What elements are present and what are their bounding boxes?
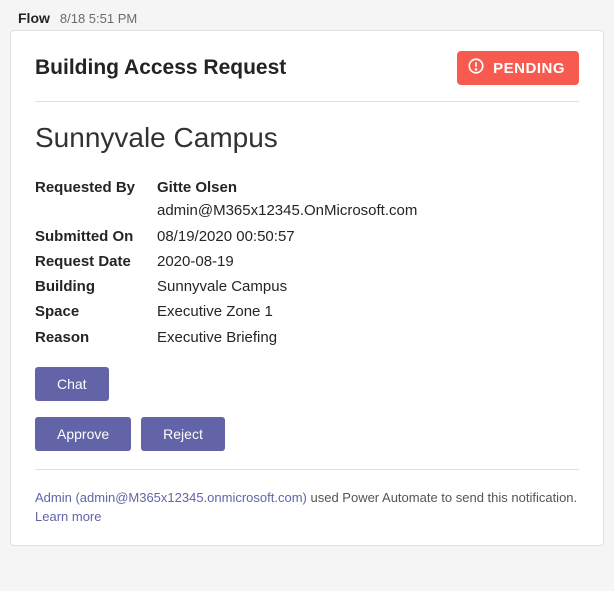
adaptive-card: Building Access Request PENDING Sunnyval… <box>10 30 604 546</box>
sender-name: Flow <box>18 10 50 26</box>
reject-button[interactable]: Reject <box>141 417 225 451</box>
card-title: Building Access Request <box>35 56 286 80</box>
message-header: Flow 8/18 5:51 PM <box>10 10 604 30</box>
submitted-on-value: 08/19/2020 00:50:57 <box>157 225 579 248</box>
building-label: Building <box>35 275 153 298</box>
chat-row: Chat <box>35 367 579 401</box>
reason-label: Reason <box>35 326 153 349</box>
space-label: Space <box>35 300 153 323</box>
requested-by-label: Requested By <box>35 176 153 223</box>
status-badge: PENDING <box>457 51 579 85</box>
actions-row: Approve Reject <box>35 417 579 470</box>
reason-value: Executive Briefing <box>157 326 579 349</box>
requester-name: Gitte Olsen <box>157 179 237 196</box>
details-grid: Requested By Gitte Olsen admin@M365x1234… <box>35 176 579 349</box>
footer-tail: used Power Automate to send this notific… <box>307 490 577 505</box>
approve-button[interactable]: Approve <box>35 417 131 451</box>
request-date-label: Request Date <box>35 250 153 273</box>
admin-link[interactable]: Admin (admin@M365x12345.onmicrosoft.com) <box>35 490 307 505</box>
requested-by-value: Gitte Olsen admin@M365x12345.OnMicrosoft… <box>157 176 579 223</box>
campus-title: Sunnyvale Campus <box>35 122 579 154</box>
building-value: Sunnyvale Campus <box>157 275 579 298</box>
alert-icon <box>467 57 485 79</box>
submitted-on-label: Submitted On <box>35 225 153 248</box>
card-header: Building Access Request PENDING <box>35 51 579 102</box>
learn-more-link[interactable]: Learn more <box>35 509 101 524</box>
space-value: Executive Zone 1 <box>157 300 579 323</box>
chat-button[interactable]: Chat <box>35 367 109 401</box>
requester-email: admin@M365x12345.OnMicrosoft.com <box>157 202 417 219</box>
footer-text: Admin (admin@M365x12345.onmicrosoft.com)… <box>35 488 579 527</box>
request-date-value: 2020-08-19 <box>157 250 579 273</box>
status-text: PENDING <box>493 60 565 77</box>
message-timestamp: 8/18 5:51 PM <box>60 11 137 26</box>
